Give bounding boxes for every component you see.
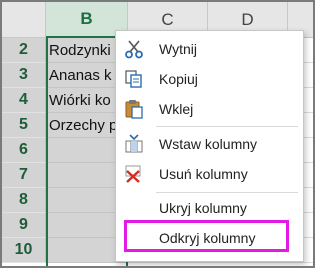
menu-label-copy: Kopiuj xyxy=(159,71,198,87)
delete-columns-icon xyxy=(124,164,144,184)
menu-item-hide-columns[interactable]: Ukryj kolumny xyxy=(116,194,303,222)
row-header-2[interactable]: 2 xyxy=(2,38,46,63)
select-all-corner[interactable] xyxy=(2,2,46,38)
menu-separator xyxy=(156,126,298,127)
menu-separator xyxy=(156,192,298,193)
row-header-5[interactable]: 5 xyxy=(2,113,46,138)
row-header-4[interactable]: 4 xyxy=(2,88,46,113)
menu-label-insert-columns: Wstaw kolumny xyxy=(159,136,258,152)
menu-item-delete-columns[interactable]: Usuń kolumny xyxy=(116,160,303,188)
paste-icon xyxy=(124,99,144,119)
menu-label-cut: Wytnij xyxy=(159,41,197,57)
menu-item-copy[interactable]: Kopiuj xyxy=(116,65,303,93)
row-header-3[interactable]: 3 xyxy=(2,63,46,88)
row-header-10[interactable]: 10 xyxy=(2,238,46,263)
menu-item-unhide-columns[interactable]: Odkryj kolumny xyxy=(116,224,303,252)
menu-item-insert-columns[interactable]: Wstaw kolumny xyxy=(116,130,303,158)
row-header-8[interactable]: 8 xyxy=(2,188,46,213)
insert-columns-icon xyxy=(124,134,144,154)
excel-window: B C D 2 3 4 5 6 7 8 9 10 Rodzynki Ananas… xyxy=(0,0,315,268)
menu-label-hide-columns: Ukryj kolumny xyxy=(159,200,247,216)
row-header-9[interactable]: 9 xyxy=(2,213,46,238)
menu-label-delete-columns: Usuń kolumny xyxy=(159,166,248,182)
copy-icon xyxy=(124,69,144,89)
row-header-7[interactable]: 7 xyxy=(2,163,46,188)
menu-item-paste[interactable]: Wklej xyxy=(116,95,303,123)
scissors-icon xyxy=(124,39,144,59)
menu-label-unhide-columns: Odkryj kolumny xyxy=(159,230,256,246)
context-menu: Wytnij Kopiuj Wklej Wstaw kolumny Usuń k… xyxy=(115,30,304,262)
menu-label-paste: Wklej xyxy=(159,101,194,117)
menu-item-cut[interactable]: Wytnij xyxy=(116,35,303,63)
row-header-6[interactable]: 6 xyxy=(2,138,46,163)
